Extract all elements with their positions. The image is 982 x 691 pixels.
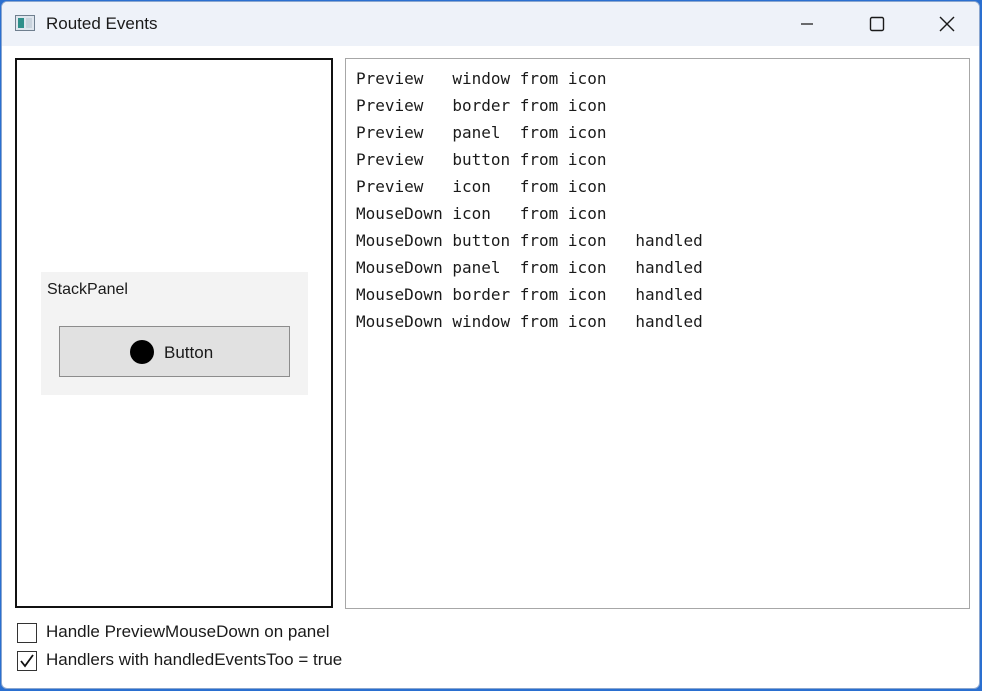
log-line: MouseDown button from icon handled	[356, 231, 703, 250]
app-window-icon	[15, 15, 35, 31]
maximize-button[interactable]	[842, 2, 912, 46]
stack-panel-label: StackPanel	[47, 281, 128, 298]
demo-button-label: Button	[164, 343, 214, 362]
title-bar[interactable]: Routed Events	[2, 2, 979, 46]
log-line: Preview window from icon	[356, 69, 607, 88]
handle-preview-label[interactable]: Handle PreviewMouseDown on panel	[46, 622, 330, 642]
event-log-list: Preview window from icon Preview border …	[356, 65, 703, 335]
maximize-icon	[869, 16, 885, 32]
log-line: MouseDown border from icon handled	[356, 285, 703, 304]
app-window: Routed Events StackPanel Button Preview …	[1, 1, 980, 689]
close-button[interactable]	[912, 2, 979, 46]
log-line: Preview panel from icon	[356, 123, 607, 142]
log-line: Preview icon from icon	[356, 177, 607, 196]
filled-circle-icon[interactable]	[130, 340, 154, 364]
handle-preview-checkbox[interactable]	[17, 623, 37, 643]
handled-events-too-label[interactable]: Handlers with handledEventsToo = true	[46, 650, 342, 670]
log-line: MouseDown panel from icon handled	[356, 258, 703, 277]
handled-events-too-checkbox[interactable]	[17, 651, 37, 671]
window-title: Routed Events	[46, 14, 158, 33]
close-icon	[939, 16, 955, 32]
log-line: MouseDown icon from icon	[356, 204, 607, 223]
demo-button[interactable]: Button	[59, 326, 290, 377]
minimize-icon	[801, 23, 813, 25]
log-line: Preview button from icon	[356, 150, 607, 169]
stack-panel[interactable]: StackPanel Button	[41, 272, 308, 395]
event-log[interactable]: Preview window from icon Preview border …	[345, 58, 970, 609]
log-line: MouseDown window from icon handled	[356, 312, 703, 331]
log-line: Preview border from icon	[356, 96, 607, 115]
checkmark-icon	[20, 654, 34, 668]
minimize-button[interactable]	[772, 2, 842, 46]
outer-border[interactable]: StackPanel Button	[15, 58, 333, 608]
